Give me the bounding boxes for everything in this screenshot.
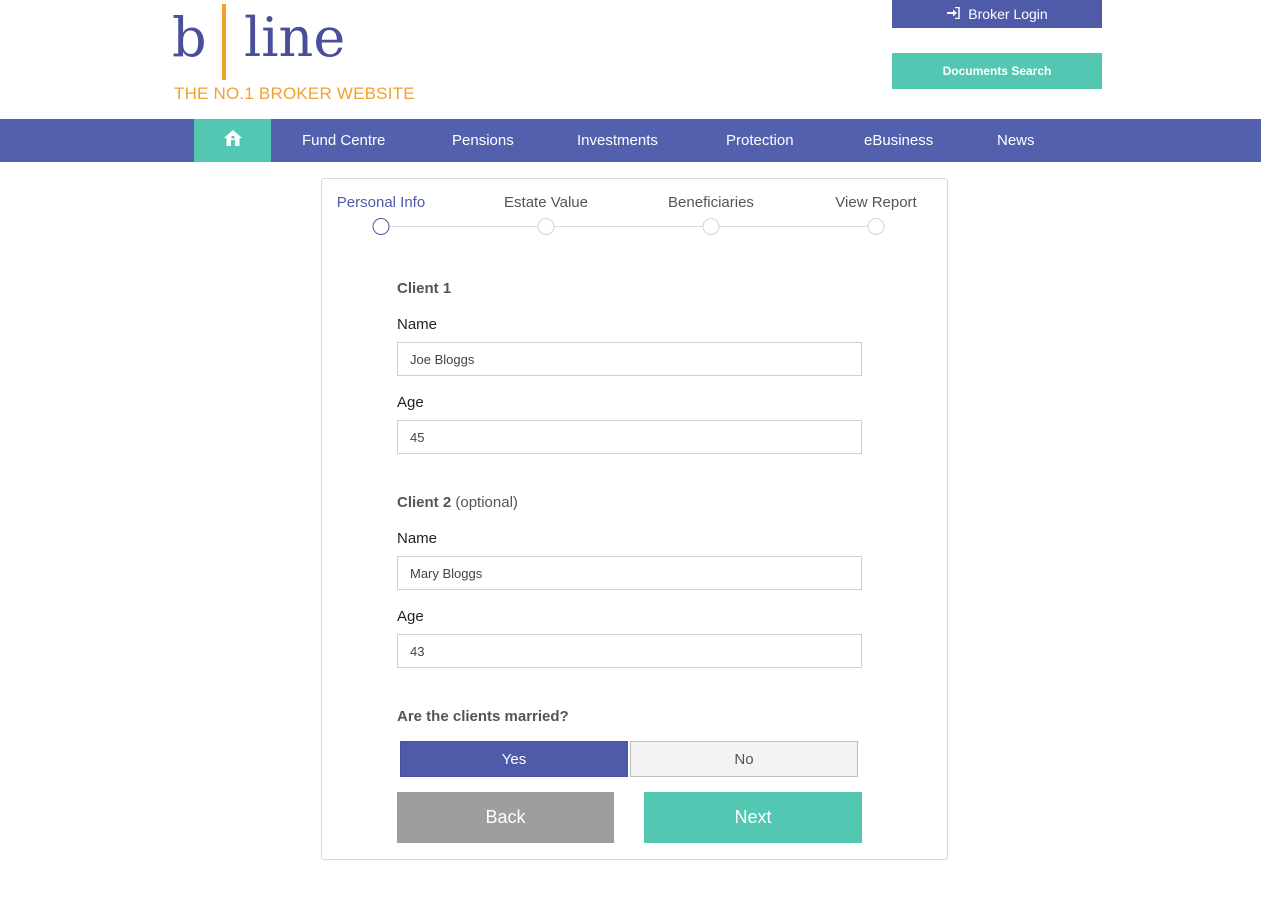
client1-age-label: Age [397,394,424,411]
step-estate-value[interactable]: Estate Value [504,194,588,211]
client1-name-label: Name [397,316,438,333]
documents-search-button[interactable]: Documents Search [892,53,1102,89]
client2-name-input[interactable] [397,556,862,590]
married-question: Are the clients married? [397,708,569,725]
nav-item-protection[interactable]: Protection [726,119,794,162]
nav-item-fund-centre[interactable]: Fund Centre [302,119,385,162]
logo-tagline: THE NO.1 BROKER WEBSITE [174,84,415,103]
nav-item-investments[interactable]: Investments [577,119,658,162]
client2-name-label: Name [397,530,438,547]
married-yes-toggle[interactable]: Yes [400,741,628,777]
step-dot-estate-value [537,218,555,235]
broker-login-button[interactable]: Broker Login [892,0,1102,28]
step-personal-info[interactable]: Personal Info [337,194,425,211]
step-dot-view-report [867,218,885,235]
next-button[interactable]: Next [644,792,862,843]
back-button[interactable]: Back [397,792,614,843]
client1-title: Client 1 [397,280,452,297]
step-dot-beneficiaries [702,218,720,235]
home-icon [223,129,243,152]
step-beneficiaries[interactable]: Beneficiaries [668,194,754,211]
client2-optional-text: (optional) [455,494,518,511]
logo-line: line [244,6,346,69]
step-dot-personal-info [372,218,390,235]
nav-item-pensions[interactable]: Pensions [452,119,514,162]
client2-age-label: Age [397,608,424,625]
main-nav: Fund Centre Pensions Investments Protect… [0,119,1261,162]
client2-age-input[interactable] [397,634,862,668]
logo[interactable]: b line THE NO.1 BROKER WEBSITE [172,4,432,104]
nav-item-news[interactable]: News [997,119,1035,162]
client2-title-text: Client 2 [397,494,452,511]
client1-name-input[interactable] [397,342,862,376]
logo-b: b [172,6,207,69]
client1-age-input[interactable] [397,420,862,454]
nav-item-ebusiness[interactable]: eBusiness [864,119,933,162]
married-no-toggle[interactable]: No [630,741,858,777]
client2-title: Client 2 (optional) [397,494,518,511]
logo-divider [222,4,226,80]
step-view-report[interactable]: View Report [835,194,916,211]
stepper-line [381,226,876,227]
broker-login-label: Broker Login [968,6,1048,22]
nav-home[interactable] [194,119,271,162]
sign-in-icon [946,6,961,22]
